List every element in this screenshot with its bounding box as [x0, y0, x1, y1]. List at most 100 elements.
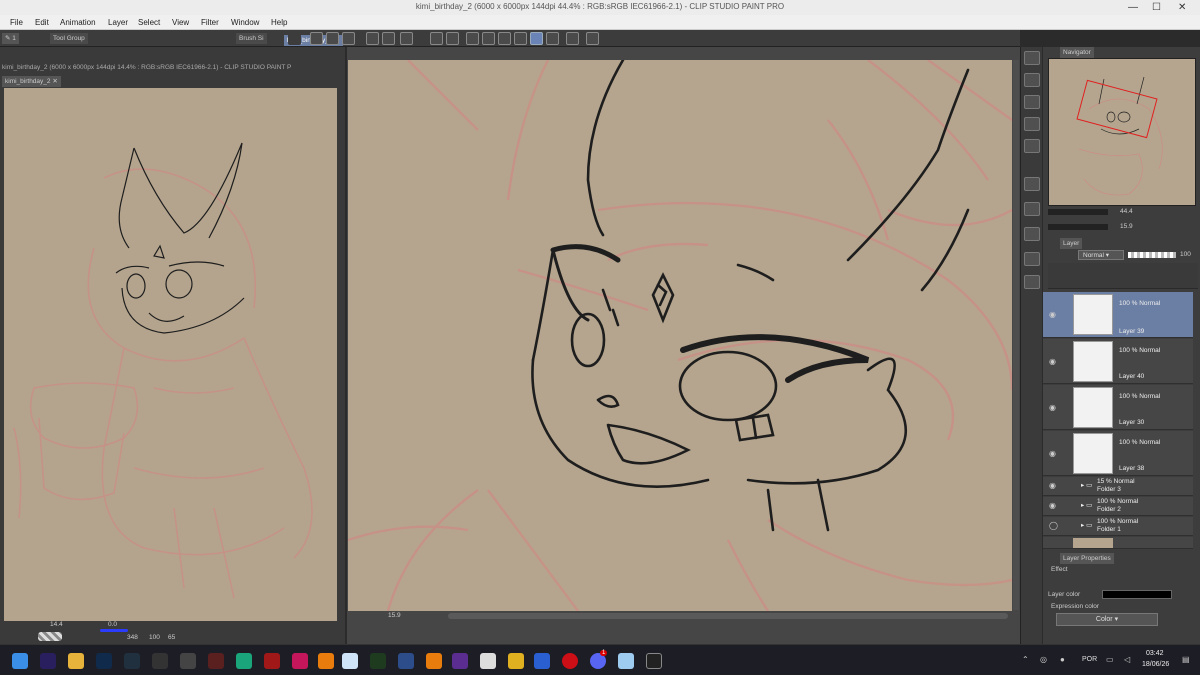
layer-color-swatch[interactable]: [1102, 590, 1172, 599]
layer-row[interactable]: ◉ 100 % Normal Layer 30: [1043, 385, 1193, 430]
maximize-icon[interactable]: ☐: [1152, 2, 1161, 13]
eye-icon[interactable]: ◉: [1049, 357, 1056, 366]
brush-size-tab[interactable]: Brush Si: [236, 33, 267, 44]
vertical-scrollbar[interactable]: [1013, 60, 1019, 610]
layer-row[interactable]: ◉ 100 % Normal Layer 39: [1043, 292, 1193, 338]
menu-help[interactable]: Help: [271, 18, 287, 27]
undo-icon[interactable]: [366, 32, 379, 45]
mic-icon[interactable]: ●: [1060, 655, 1065, 664]
navigator-angle[interactable]: 15.9: [1120, 222, 1133, 232]
folder-row[interactable]: ◉ ▸ ▭ 15 % Normal Folder 3: [1043, 477, 1193, 496]
upload-icon[interactable]: [1024, 275, 1040, 289]
search-icon[interactable]: [1024, 51, 1040, 65]
affinity-icon[interactable]: [292, 653, 308, 669]
menu-file[interactable]: File: [10, 18, 23, 27]
lasso-icon[interactable]: [400, 32, 413, 45]
menu-view[interactable]: View: [172, 18, 189, 27]
deselect-icon[interactable]: [482, 32, 495, 45]
close-icon[interactable]: ✕: [1178, 2, 1186, 13]
layer-row[interactable]: ◉ 100 % Normal Layer 38: [1043, 431, 1193, 476]
menu-animation[interactable]: Animation: [60, 18, 96, 27]
folder-row[interactable]: ◯ ▸ ▭ 100 % Normal Folder 1: [1043, 517, 1193, 536]
app-icon[interactable]: [208, 653, 224, 669]
menu-layer[interactable]: Layer: [108, 18, 128, 27]
invert-icon[interactable]: [498, 32, 511, 45]
menu-window[interactable]: Window: [231, 18, 259, 27]
photoshop-icon[interactable]: [96, 653, 112, 669]
snap-ruler-icon[interactable]: [546, 32, 559, 45]
terminal-icon[interactable]: [152, 653, 168, 669]
camera-icon[interactable]: [1024, 95, 1040, 109]
material-icon[interactable]: [1024, 73, 1040, 87]
app-3-icon[interactable]: [236, 653, 252, 669]
set-icon[interactable]: [1024, 227, 1040, 241]
angle-slider[interactable]: [1048, 224, 1108, 230]
blender-icon[interactable]: [426, 653, 442, 669]
navigator-zoom[interactable]: 44.4: [1120, 207, 1133, 217]
opera-icon[interactable]: [562, 653, 578, 669]
premiere-icon[interactable]: [40, 653, 56, 669]
select-all-icon[interactable]: [466, 32, 479, 45]
palette-icon[interactable]: [1024, 202, 1040, 216]
language-indicator[interactable]: POR: [1082, 656, 1097, 663]
app-icon[interactable]: [534, 653, 550, 669]
network-icon[interactable]: ▭: [1106, 655, 1114, 664]
painter-icon[interactable]: [370, 653, 386, 669]
eye-icon[interactable]: ◉: [1049, 501, 1056, 510]
expression-color-select[interactable]: Color ▾: [1056, 613, 1158, 626]
volume-icon[interactable]: ◁: [1124, 655, 1130, 664]
horizontal-scrollbar[interactable]: [448, 613, 1008, 619]
opacity-value[interactable]: 100: [1180, 250, 1191, 260]
ruler-icon[interactable]: [514, 32, 527, 45]
sub-zoom-value[interactable]: 14.4: [50, 620, 63, 630]
clock-time[interactable]: 03:42: [1146, 650, 1164, 657]
menu-filter[interactable]: Filter: [201, 18, 219, 27]
eye-icon[interactable]: ◉: [1049, 449, 1056, 458]
tool-group-tab[interactable]: Tool Group: [50, 33, 88, 44]
subview-icon[interactable]: [1024, 177, 1040, 191]
zoom-slider[interactable]: [1048, 209, 1108, 215]
eye-icon[interactable]: ◉: [1049, 403, 1056, 412]
blend-mode-select[interactable]: Normal ▾: [1078, 250, 1124, 260]
app-icon[interactable]: [398, 653, 414, 669]
notes-icon[interactable]: [618, 653, 634, 669]
navigator-preview[interactable]: [1048, 58, 1196, 206]
layer-properties-tab[interactable]: Layer Properties: [1060, 553, 1114, 564]
layer-row[interactable]: ◉ 100 % Normal Layer 40: [1043, 339, 1193, 384]
save-icon[interactable]: [342, 32, 355, 45]
layer-tab[interactable]: Layer: [1060, 238, 1083, 249]
clock-date[interactable]: 18/06/26: [1142, 661, 1169, 668]
app-icon[interactable]: [452, 653, 468, 669]
explorer-icon[interactable]: [68, 653, 84, 669]
minimize-icon[interactable]: —: [1128, 2, 1138, 13]
fill-icon[interactable]: [430, 32, 443, 45]
notification-icon[interactable]: ▤: [1182, 655, 1190, 664]
menu-edit[interactable]: Edit: [35, 18, 49, 27]
sub-view-canvas[interactable]: [4, 88, 337, 621]
tray-chevron-icon[interactable]: ⌃: [1022, 655, 1029, 664]
app-iv-icon[interactable]: [180, 653, 196, 669]
paper-layer-row[interactable]: [1043, 537, 1193, 549]
eye-icon[interactable]: ◉: [1049, 310, 1056, 319]
clip-studio-icon[interactable]: [342, 653, 358, 669]
blender-icon[interactable]: [318, 653, 334, 669]
copy-icon[interactable]: [1024, 117, 1040, 131]
start-icon[interactable]: [12, 653, 28, 669]
app-icon[interactable]: [508, 653, 524, 669]
eye-icon[interactable]: ◉: [1049, 481, 1056, 490]
opacity-slider[interactable]: [1128, 252, 1176, 258]
history-icon[interactable]: [1024, 139, 1040, 153]
new-file-icon[interactable]: [310, 32, 323, 45]
epic-icon[interactable]: [646, 653, 662, 669]
open-file-icon[interactable]: [326, 32, 339, 45]
app-icon[interactable]: [264, 653, 280, 669]
pen-tool-tab[interactable]: ✎ 1: [2, 33, 19, 44]
steam-tray-icon[interactable]: ◎: [1040, 655, 1047, 664]
help-icon[interactable]: [586, 32, 599, 45]
steam-icon[interactable]: [124, 653, 140, 669]
menu-select[interactable]: Select: [138, 18, 160, 27]
sub-view-tab[interactable]: kimi_birthday_2 ✕: [2, 76, 61, 87]
navigator-tab[interactable]: Navigator: [1060, 47, 1094, 58]
obs-icon[interactable]: [480, 653, 496, 669]
download-icon[interactable]: [1024, 252, 1040, 266]
